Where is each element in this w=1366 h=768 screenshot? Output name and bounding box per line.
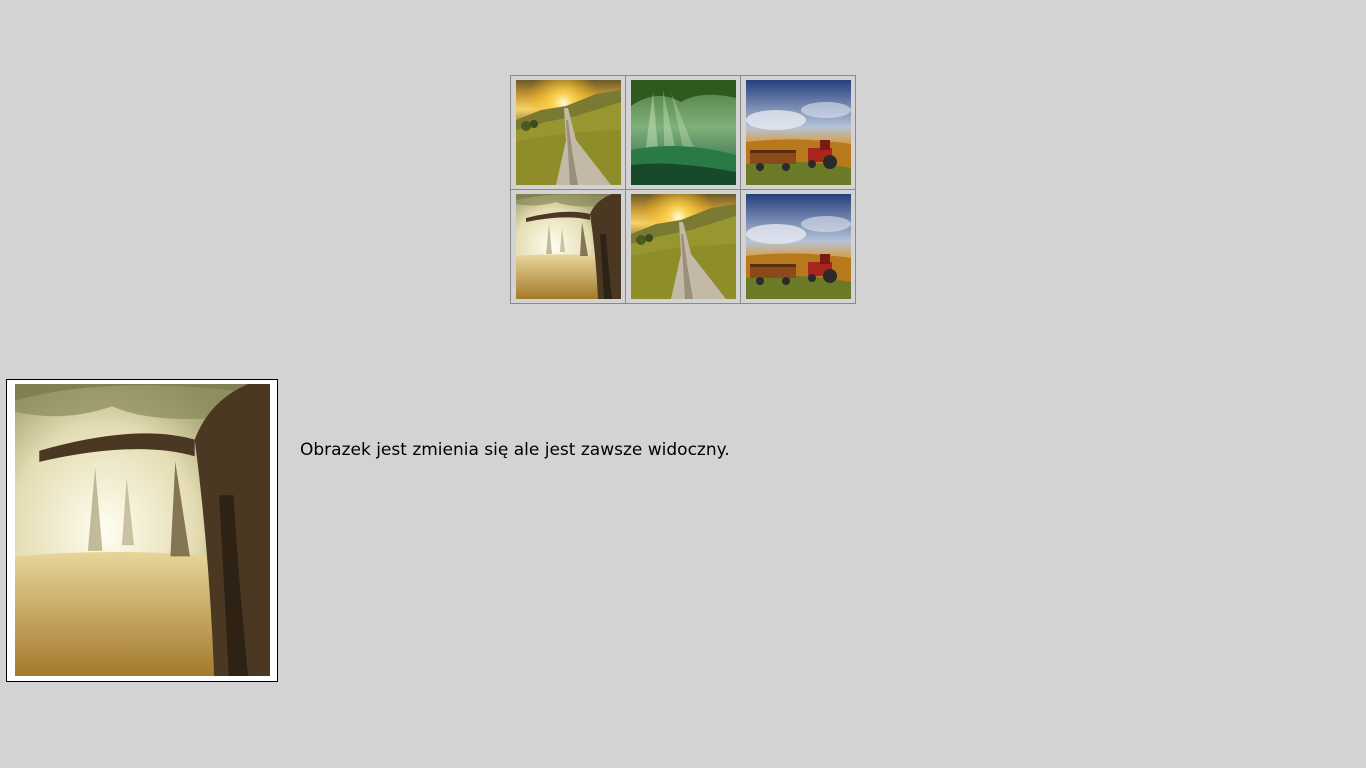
thumbnail-cell-2[interactable] bbox=[626, 76, 740, 189]
thumbnail-grid bbox=[510, 75, 856, 304]
thumbnail-cell-6[interactable] bbox=[741, 190, 855, 303]
forest-light-icon[interactable] bbox=[631, 80, 736, 185]
thumbnail-cell-1[interactable] bbox=[511, 76, 625, 189]
preview-frame bbox=[6, 379, 278, 682]
thumbnail-cell-4[interactable] bbox=[511, 190, 625, 303]
thumbnail-cell-3[interactable] bbox=[741, 76, 855, 189]
olive-grove-icon bbox=[15, 384, 270, 676]
olive-grove-icon[interactable] bbox=[516, 194, 621, 299]
tractor-field-icon[interactable] bbox=[746, 80, 851, 185]
page: Obrazek jest zmienia się ale jest zawsze… bbox=[0, 0, 1366, 768]
preview-caption: Obrazek jest zmienia się ale jest zawsze… bbox=[300, 440, 730, 460]
tractor-field-icon[interactable] bbox=[746, 194, 851, 299]
sunset-road-icon[interactable] bbox=[516, 80, 621, 185]
thumbnail-cell-5[interactable] bbox=[626, 190, 740, 303]
sunset-road-icon[interactable] bbox=[631, 194, 736, 299]
